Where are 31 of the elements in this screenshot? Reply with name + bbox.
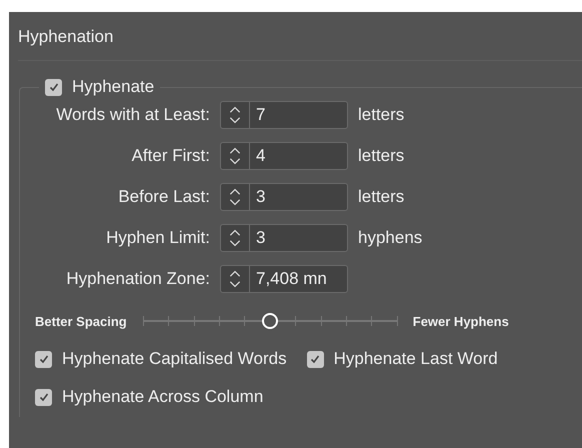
field-label: Hyphenation Zone: bbox=[65, 269, 210, 289]
checkbox[interactable] bbox=[35, 350, 52, 368]
unit-label: letters bbox=[358, 105, 406, 125]
unit-label: letters bbox=[358, 146, 406, 166]
checkbox[interactable] bbox=[35, 388, 52, 406]
field-label: Hyphen Limit: bbox=[105, 228, 210, 248]
checkbox-label: Hyphenate Last Word bbox=[334, 349, 498, 369]
check-icon bbox=[38, 353, 50, 365]
slider[interactable] bbox=[142, 313, 397, 329]
slider-label: Fewer Hyphens bbox=[412, 314, 509, 328]
slider-thumb[interactable] bbox=[262, 313, 278, 329]
field-label: Before Last: bbox=[117, 187, 210, 207]
spinner-field[interactable]: 4 bbox=[220, 142, 348, 170]
check-icon bbox=[48, 81, 60, 93]
check-icon bbox=[38, 391, 50, 403]
check-icon bbox=[309, 353, 322, 365]
spinner-field[interactable]: 7 bbox=[220, 101, 348, 129]
checkbox-label: Hyphenate bbox=[72, 77, 154, 97]
slider-label: Better Spacing bbox=[35, 314, 127, 328]
spinner-field[interactable]: 7,408 mn bbox=[220, 265, 348, 293]
unit-label: letters bbox=[358, 187, 406, 207]
field-label: After First: bbox=[130, 146, 210, 166]
field-label: Words with at Least: bbox=[55, 105, 210, 125]
checkbox[interactable] bbox=[306, 350, 324, 368]
unit-label: hyphens bbox=[358, 228, 424, 248]
panel-title: Hyphenation bbox=[17, 26, 114, 48]
checkbox-label: Hyphenate Across Column bbox=[62, 387, 264, 407]
spinner-field[interactable]: 3 bbox=[220, 183, 348, 211]
spinner-field[interactable]: 3 bbox=[220, 224, 348, 252]
checkbox-label: Hyphenate Capitalised Words bbox=[62, 349, 287, 369]
checkbox[interactable] bbox=[45, 78, 62, 96]
